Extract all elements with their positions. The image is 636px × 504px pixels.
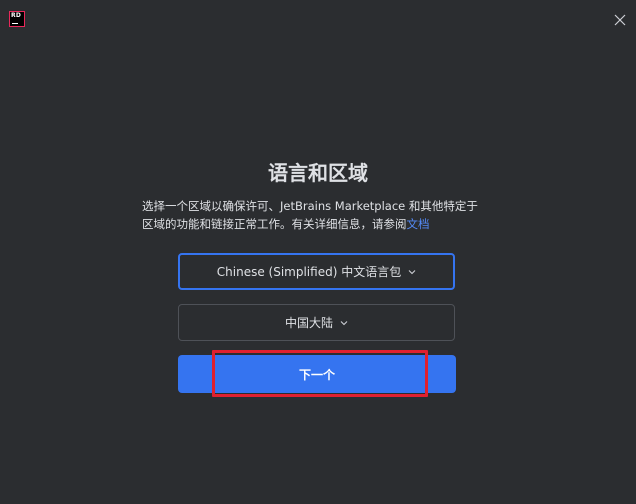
- page-description: 选择一个区域以确保许可、JetBrains Marketplace 和其他特定于…: [142, 197, 498, 233]
- region-select[interactable]: 中国大陆: [178, 304, 455, 341]
- chevron-down-icon: [408, 269, 416, 274]
- close-icon[interactable]: [613, 12, 627, 26]
- welcome-window: RD 语言和区域 选择一个区域以确保许可、JetBrains Marketpla…: [0, 0, 636, 504]
- docs-link[interactable]: 文档: [407, 217, 430, 231]
- next-button[interactable]: 下一个: [178, 355, 456, 393]
- region-select-value: 中国大陆: [284, 316, 333, 330]
- chevron-down-icon: [340, 320, 348, 325]
- description-line-1: 选择一个区域以确保许可、JetBrains Marketplace 和其他特定于: [142, 199, 478, 213]
- language-select-value: Chinese (Simplified) 中文语言包: [216, 265, 402, 279]
- rider-logo-icon: RD: [9, 11, 25, 27]
- language-select[interactable]: Chinese (Simplified) 中文语言包: [178, 253, 455, 290]
- page-title: 语言和区域: [268, 161, 368, 185]
- description-line-2: 区域的功能和链接正常工作。有关详细信息，请参阅文档: [142, 217, 430, 231]
